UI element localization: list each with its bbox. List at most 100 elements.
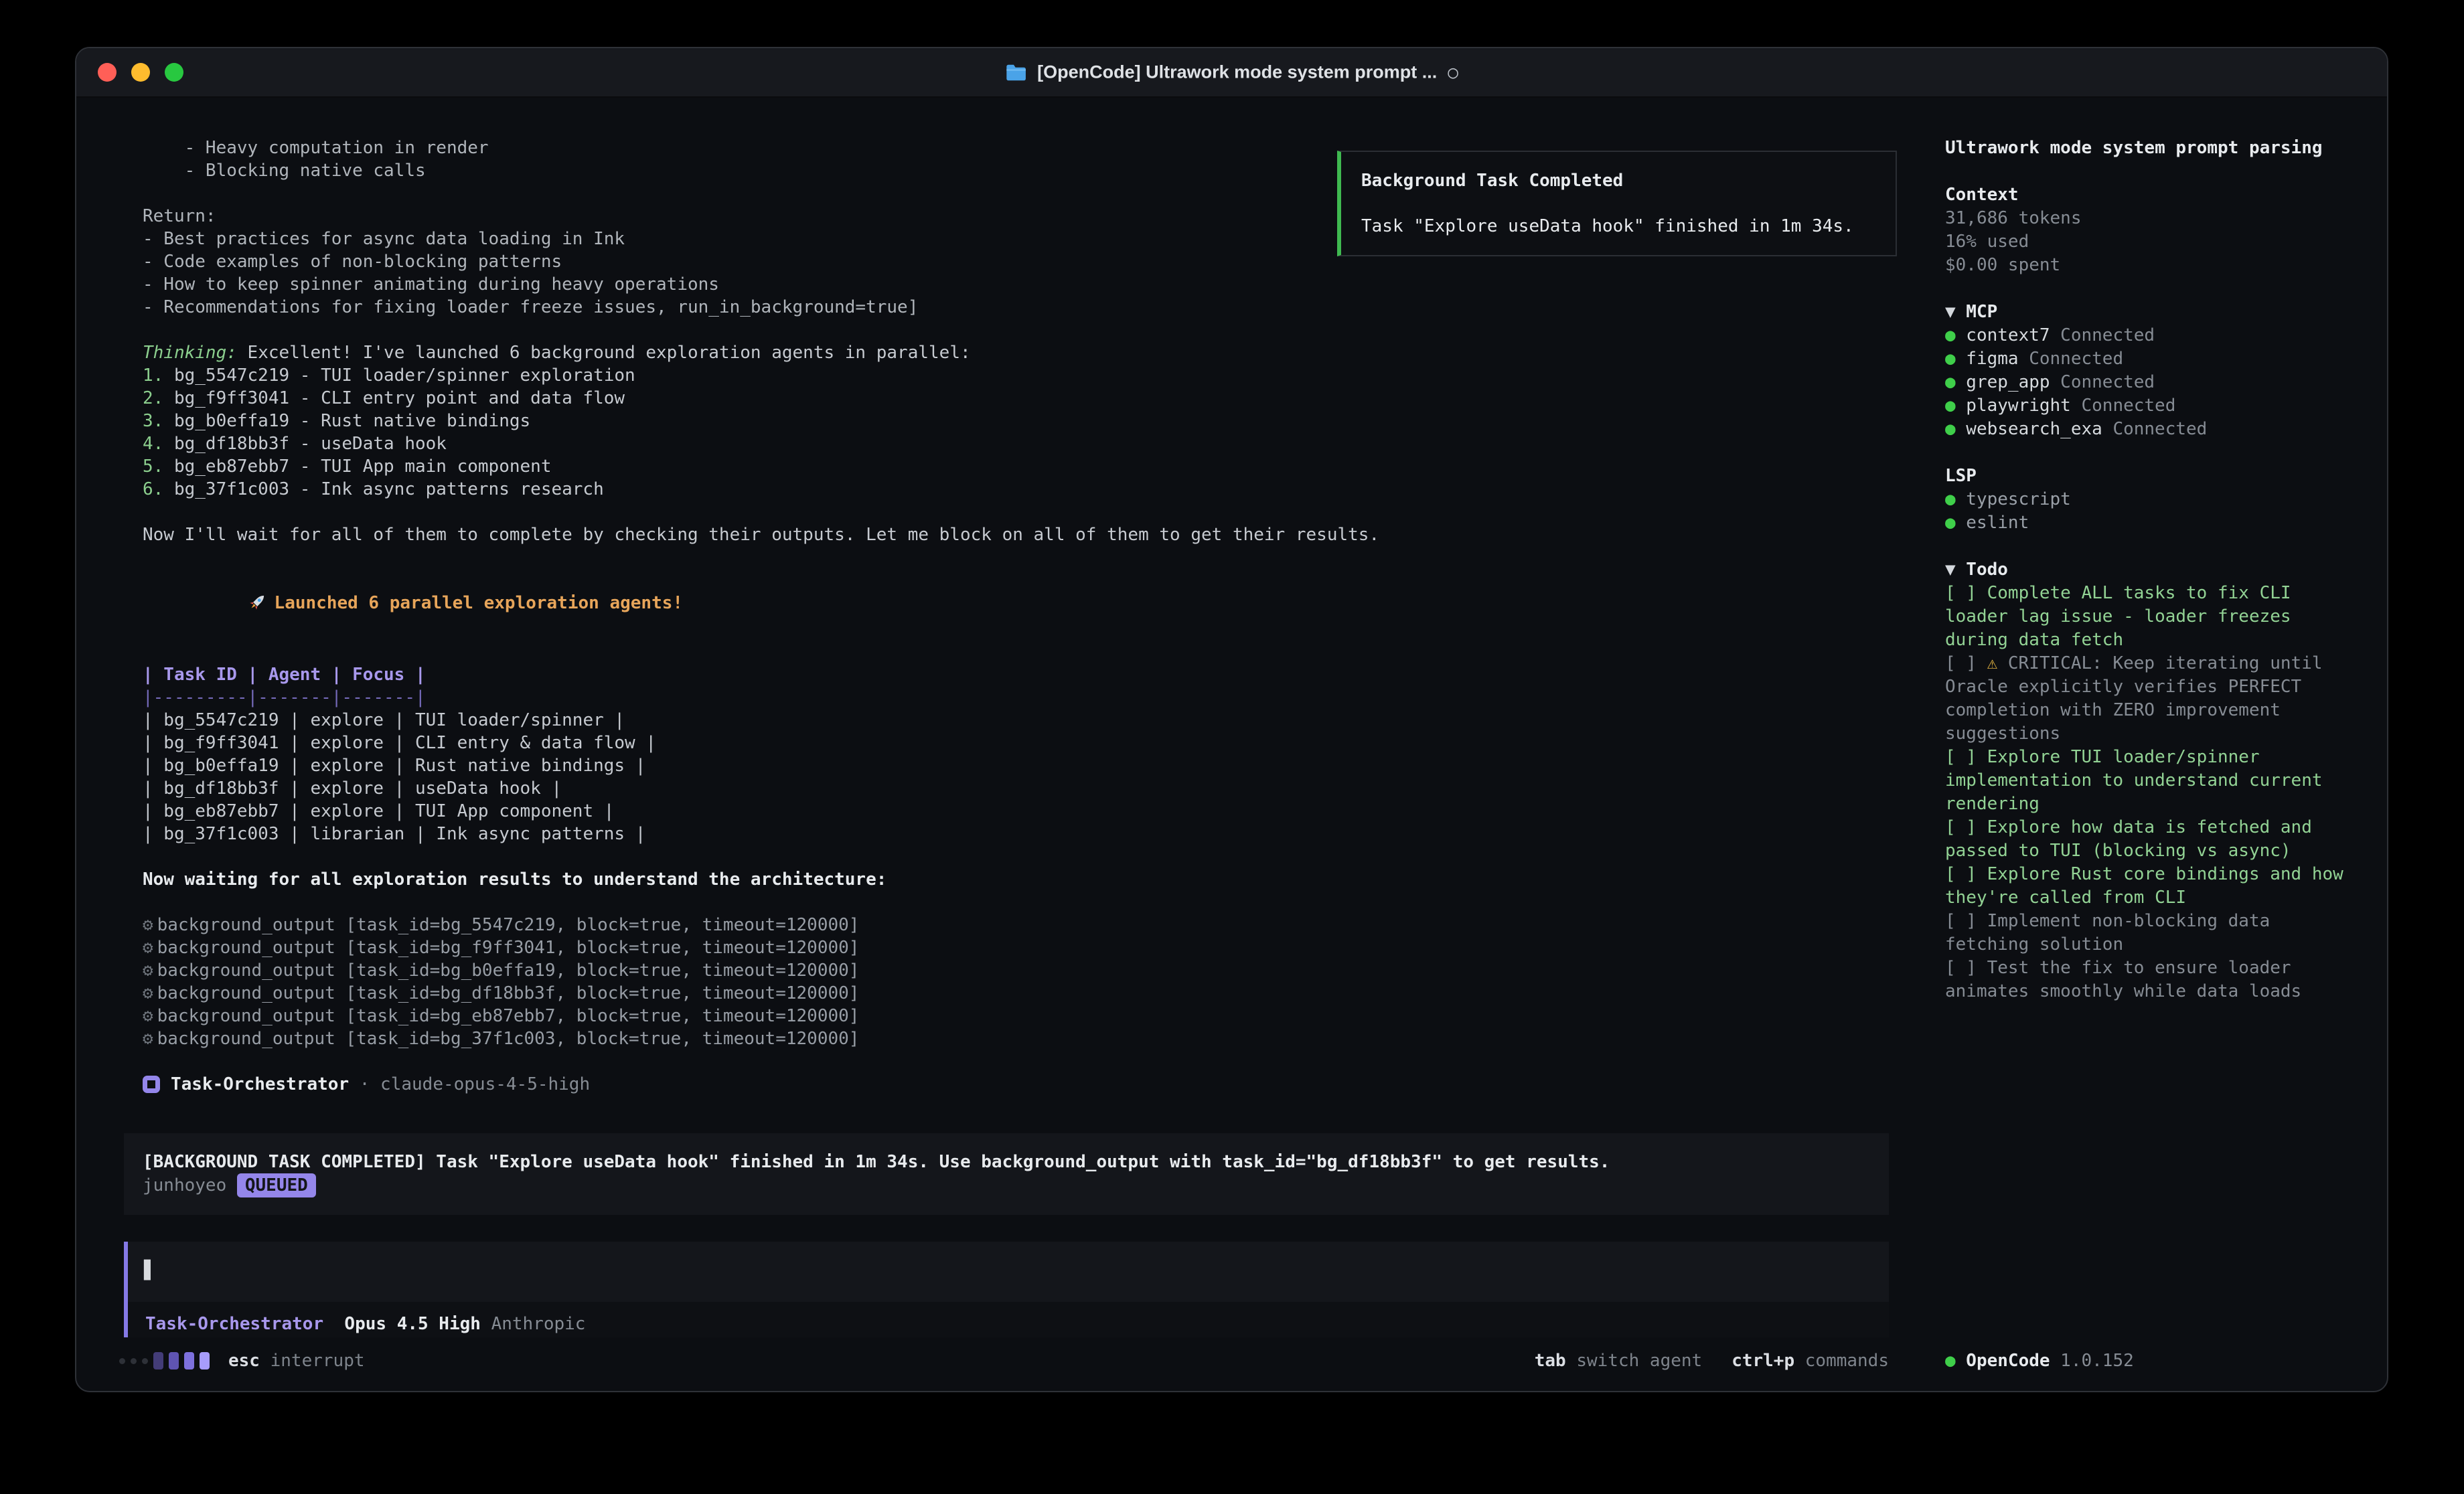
rocket-icon (248, 592, 268, 618)
agent-list-item: 2.bg_f9ff3041 - CLI entry point and data… (143, 387, 1889, 410)
mcp-item: ●grep_appConnected (1945, 371, 2350, 394)
mcp-item: ●playwrightConnected (1945, 394, 2350, 418)
toast-body: Task "Explore useData hook" finished in … (1361, 215, 1875, 238)
todo-item: [ ]Explore TUI loader/spinner implementa… (1945, 746, 2350, 816)
todo-item: [ ]Explore how data is fetched and passe… (1945, 816, 2350, 863)
launched-text: Launched 6 parallel exploration agents! (275, 593, 683, 613)
gear-icon: ⚙ (143, 915, 157, 935)
tool-call: ⚙background_output [task_id=bg_b0effa19,… (143, 959, 1889, 982)
mcp-section: ▼MCP ●context7Connected ●figmaConnected … (1945, 301, 2350, 441)
esc-hint: esc interrupt (228, 1351, 365, 1371)
table-row: | bg_37f1c003 | librarian | Ink async pa… (143, 823, 1889, 845)
gear-icon: ⚙ (143, 1006, 157, 1026)
sidebar: Ultrawork mode system prompt parsing Con… (1900, 98, 2387, 1391)
agent-list-item: 3.bg_b0effa19 - Rust native bindings (143, 410, 1889, 432)
launched-banner: Launched 6 parallel exploration agents! (143, 569, 1889, 641)
tool-call: ⚙background_output [task_id=bg_37f1c003,… (143, 1027, 1889, 1050)
mcp-heading[interactable]: ▼MCP (1945, 301, 2350, 324)
terminal-window: [OpenCode] Ultrawork mode system prompt … (75, 47, 2388, 1392)
return-item: - Recommendations for fixing loader free… (143, 296, 1889, 319)
status-dot-icon: ● (1945, 419, 1966, 439)
todo-section: ▼Todo [ ]Complete ALL tasks to fix CLI l… (1945, 558, 2350, 1003)
mcp-item: ●websearch_exaConnected (1945, 418, 2350, 441)
system-message-meta: junhoyeo QUEUED (143, 1173, 1870, 1197)
wait-paragraph: Now I'll wait for all of them to complet… (143, 523, 1889, 546)
toast-title: Background Task Completed (1361, 169, 1875, 192)
active-agent-label[interactable]: Task-Orchestrator (145, 1314, 323, 1334)
chevron-down-icon[interactable]: ▼ (1945, 302, 1966, 322)
mcp-item: ●context7Connected (1945, 324, 2350, 347)
lsp-heading: LSP (1945, 465, 2350, 488)
close-button[interactable] (98, 63, 117, 82)
thinking-line: Thinking: Excellent! I've launched 6 bac… (143, 341, 1889, 364)
agent-signature: Task-Orchestrator · claude-opus-4-5-high (143, 1073, 1889, 1096)
status-dot-icon: ● (1945, 372, 1966, 392)
chevron-down-icon[interactable]: ▼ (1945, 560, 1966, 580)
folder-icon (1005, 64, 1026, 81)
table-row: | bg_df18bb3f | explore | useData hook | (143, 777, 1889, 800)
todo-item: [ ]Complete ALL tasks to fix CLI loader … (1945, 582, 2350, 652)
context-section: Context 31,686 tokens 16% used $0.00 spe… (1945, 183, 2350, 277)
minimize-button[interactable] (131, 63, 150, 82)
tool-call: ⚙background_output [task_id=bg_f9ff3041,… (143, 936, 1889, 959)
todo-item: [ ]Test the fix to ensure loader animate… (1945, 957, 2350, 1003)
background-task-toast[interactable]: Background Task Completed Task "Explore … (1337, 151, 1897, 256)
titlebar[interactable]: [OpenCode] Ultrawork mode system prompt … (76, 48, 2387, 98)
prompt-input[interactable]: ▋ Task-Orchestrator Opus 4.5 High Anthro… (124, 1242, 1889, 1337)
app-version-footer: ● OpenCode 1.0.152 (1945, 1337, 2350, 1391)
todo-item: [ ]Implement non-blocking data fetching … (1945, 910, 2350, 957)
lsp-section: LSP ●typescript ●eslint (1945, 465, 2350, 535)
agent-list-item: 1.bg_5547c219 - TUI loader/spinner explo… (143, 364, 1889, 387)
context-used: 16% used (1945, 230, 2350, 254)
agent-icon (143, 1076, 160, 1093)
zoom-button[interactable] (165, 63, 183, 82)
spacer (323, 1314, 344, 1334)
input-footer: Task-Orchestrator Opus 4.5 High Anthropi… (128, 1302, 1889, 1337)
provider-label: Anthropic (491, 1314, 586, 1334)
table-row: | bg_5547c219 | explore | TUI loader/spi… (143, 709, 1889, 732)
record-indicator-icon: ○ (1448, 62, 1458, 82)
app-name: OpenCode (1966, 1349, 2060, 1373)
context-spent: $0.00 spent (1945, 254, 2350, 277)
spacer (481, 1314, 491, 1334)
mcp-item: ●figmaConnected (1945, 347, 2350, 371)
text-cursor: ▋ (144, 1260, 155, 1280)
queued-badge: QUEUED (237, 1173, 316, 1197)
gear-icon: ⚙ (143, 961, 157, 981)
gear-icon: ⚙ (143, 938, 157, 958)
lsp-item: ●typescript (1945, 488, 2350, 511)
todo-heading[interactable]: ▼Todo (1945, 558, 2350, 582)
status-dot-icon: ● (1945, 349, 1966, 369)
context-heading: Context (1945, 183, 2350, 207)
gear-icon: ⚙ (143, 1029, 157, 1049)
status-dot-icon: ● (1945, 396, 1966, 416)
window-title-text: [OpenCode] Ultrawork mode system prompt … (1037, 62, 1437, 83)
todo-item: [ ]⚠CRITICAL: Keep iterating until Oracl… (1945, 652, 2350, 746)
todo-item: [ ]Explore Rust core bindings and how th… (1945, 863, 2350, 910)
progress-spinner (119, 1352, 210, 1370)
table-row: | bg_f9ff3041 | explore | CLI entry & da… (143, 732, 1889, 754)
session-title: Ultrawork mode system prompt parsing (1945, 137, 2350, 160)
status-dot-icon: ● (1945, 489, 1966, 509)
warning-icon: ⚠ (1987, 653, 2008, 673)
agents-table: | Task ID | Agent | Focus | |---------|-… (143, 663, 1889, 845)
author-name: junhoyeo (143, 1175, 226, 1195)
table-divider: |---------|-------|-------| (143, 686, 1889, 709)
status-dot-icon: ● (1945, 325, 1966, 345)
gear-icon: ⚙ (143, 983, 157, 1003)
thinking-label: Thinking: (143, 343, 237, 363)
active-model-label[interactable]: Opus 4.5 High (344, 1314, 481, 1334)
app-version: 1.0.152 (2060, 1349, 2134, 1373)
window-title: [OpenCode] Ultrawork mode system prompt … (1005, 62, 1458, 83)
tool-call: ⚙background_output [task_id=bg_df18bb3f,… (143, 982, 1889, 1005)
separator-icon: · (349, 1073, 380, 1096)
transcript-scroll-area[interactable]: - Heavy computation in render - Blocking… (76, 98, 1900, 1337)
system-message-panel: [BACKGROUND TASK COMPLETED] Task "Explor… (124, 1133, 1889, 1215)
agent-list-item: 4.bg_df18bb3f - useData hook (143, 432, 1889, 455)
table-row: | bg_b0effa19 | explore | Rust native bi… (143, 754, 1889, 777)
commands-hint: ctrl+p commands (1731, 1351, 1889, 1371)
status-dot-icon: ● (1945, 513, 1966, 533)
agent-model: claude-opus-4-5-high (380, 1073, 590, 1096)
input-line[interactable]: ▋ (144, 1259, 1870, 1282)
table-header: | Task ID | Agent | Focus | (143, 663, 1889, 686)
